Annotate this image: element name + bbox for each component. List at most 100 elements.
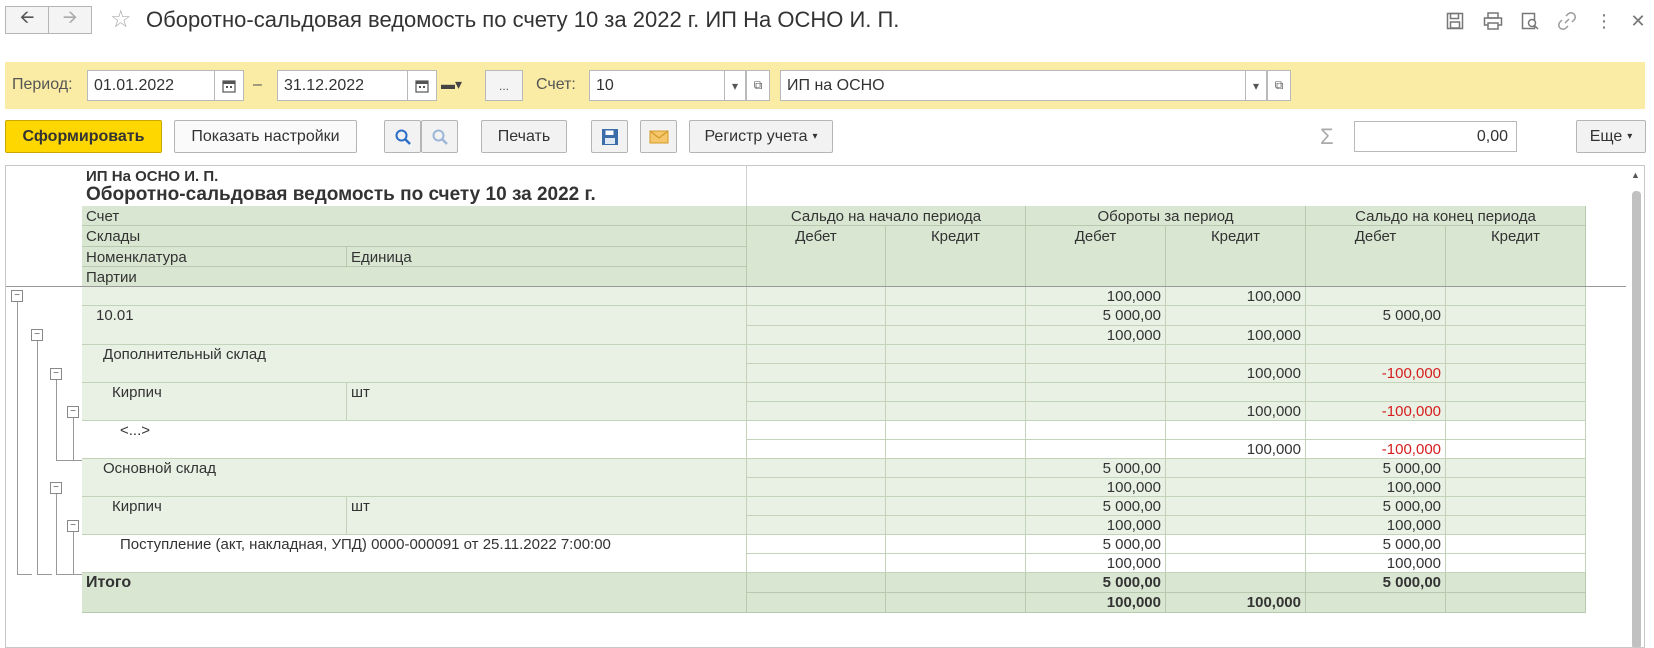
- table-cell-cc: [1446, 345, 1586, 364]
- kebab-icon[interactable]: ⋮: [1592, 9, 1616, 33]
- report-area: ИП На ОСНО И. П. Оборотно-сальдовая ведо…: [5, 165, 1645, 648]
- table-cell-td: [1026, 421, 1166, 440]
- preview-icon[interactable]: [1518, 9, 1542, 33]
- table-cell-td: 100,000: [1026, 478, 1166, 497]
- period-select-button[interactable]: ...: [485, 70, 523, 101]
- link-icon[interactable]: [1555, 9, 1579, 33]
- header-opening-debit: Дебет: [747, 226, 886, 287]
- tree-line: [56, 380, 57, 460]
- table-row-label: Поступление (акт, накладная, УПД) 0000-0…: [82, 535, 747, 573]
- collapse-icon[interactable]: −: [31, 329, 43, 341]
- more-label: Еще: [1589, 127, 1623, 145]
- chevron-down-icon[interactable]: ▾: [1245, 70, 1267, 101]
- org-input[interactable]: ИП на ОСНО: [780, 70, 1246, 101]
- table-cell-tc: 100,000: [1166, 402, 1306, 421]
- collapse-icon[interactable]: −: [11, 290, 23, 302]
- table-cell-od: [747, 306, 886, 326]
- save-button[interactable]: [591, 120, 628, 153]
- table-cell-oc: [886, 287, 1026, 306]
- collapse-icon[interactable]: −: [50, 482, 62, 494]
- calendar-icon[interactable]: [214, 70, 244, 101]
- table-cell-od: [747, 478, 886, 497]
- table-cell-cd: [1306, 421, 1446, 440]
- table-cell-oc: [886, 459, 1026, 478]
- tree-line: [73, 574, 82, 575]
- header-turnover-credit: Кредит: [1166, 226, 1306, 287]
- table-row-label: Кирпич: [82, 383, 347, 421]
- table-cell-cd: -100,000: [1306, 364, 1446, 383]
- collapse-icon[interactable]: −: [50, 368, 62, 380]
- floppy-icon: [601, 128, 618, 145]
- table-row-label: [82, 287, 747, 306]
- table-cell-tc: 100,000: [1166, 326, 1306, 345]
- total-cell-td: 5 000,00: [1026, 573, 1166, 593]
- back-button[interactable]: 🡨: [5, 6, 49, 34]
- header-closing-credit: Кредит: [1446, 226, 1586, 287]
- total-cell-cd: [1306, 593, 1446, 613]
- table-row-label: Кирпич: [82, 497, 347, 535]
- total-cell-td: 100,000: [1026, 593, 1166, 613]
- email-button[interactable]: [640, 120, 677, 153]
- arrow-right-icon: 🡪: [62, 7, 78, 27]
- table-cell-cd: [1306, 345, 1446, 364]
- table-cell-td: [1026, 364, 1166, 383]
- period-label: Период:: [12, 76, 73, 93]
- date-dash: –: [253, 76, 262, 93]
- period-type-icon[interactable]: ▬▾: [441, 76, 462, 93]
- header-closing-debit: Дебет: [1306, 226, 1446, 287]
- more-button[interactable]: Еще ▾: [1576, 120, 1646, 153]
- floppy-icon[interactable]: [1443, 9, 1467, 33]
- report-title: Оборотно-сальдовая ведомость по счету 10…: [86, 184, 596, 205]
- table-cell-cd: 100,000: [1306, 478, 1446, 497]
- table-cell-cd: [1306, 326, 1446, 345]
- date-from-input[interactable]: 01.01.2022: [87, 70, 215, 101]
- printer-icon[interactable]: [1481, 9, 1505, 33]
- collapse-icon[interactable]: −: [67, 520, 79, 532]
- table-cell-td: [1026, 402, 1166, 421]
- total-cell-cc: [1446, 593, 1586, 613]
- table-cell-td: 100,000: [1026, 516, 1166, 535]
- table-cell-td: 5 000,00: [1026, 306, 1166, 326]
- calendar-icon[interactable]: [407, 70, 437, 101]
- header-unit: Единица: [347, 247, 747, 267]
- table-cell-td: [1026, 345, 1166, 364]
- scroll-thumb[interactable]: [1632, 191, 1641, 647]
- table-cell-cd: 5 000,00: [1306, 306, 1446, 326]
- table-cell-cd: -100,000: [1306, 440, 1446, 459]
- header-turnover: Обороты за период: [1026, 206, 1306, 226]
- close-icon[interactable]: ✕: [1626, 9, 1650, 33]
- star-icon[interactable]: ☆: [110, 5, 132, 34]
- forward-button[interactable]: 🡪: [48, 6, 92, 34]
- chevron-down-icon: ▾: [812, 131, 818, 142]
- table-cell-cc: [1446, 516, 1586, 535]
- open-icon[interactable]: ⧉: [746, 70, 770, 101]
- title-bar: 🡨 🡪 ☆ Оборотно-сальдовая ведомость по сч…: [0, 0, 1654, 44]
- account-input[interactable]: 10: [589, 70, 725, 101]
- search-refresh-button[interactable]: [421, 120, 458, 153]
- date-to-input[interactable]: 31.12.2022: [277, 70, 408, 101]
- collapse-icon[interactable]: −: [67, 406, 79, 418]
- search-button[interactable]: [384, 120, 421, 153]
- report-org: ИП На ОСНО И. П.: [86, 168, 219, 185]
- table-cell-cc: [1446, 383, 1586, 402]
- table-cell-cc: [1446, 459, 1586, 478]
- generate-button[interactable]: Сформировать: [5, 120, 162, 153]
- table-cell-cd: -100,000: [1306, 402, 1446, 421]
- tree-line: [73, 532, 74, 574]
- show-settings-button[interactable]: Показать настройки: [174, 120, 357, 153]
- table-cell-od: [747, 345, 886, 364]
- table-cell-cc: [1446, 535, 1586, 554]
- print-button[interactable]: Печать: [481, 120, 567, 153]
- register-button[interactable]: Регистр учета ▾: [689, 120, 833, 153]
- table-cell-oc: [886, 402, 1026, 421]
- scroll-up-icon[interactable]: ▲: [1631, 170, 1640, 180]
- open-icon[interactable]: ⧉: [1267, 70, 1291, 101]
- table-cell-oc: [886, 345, 1026, 364]
- table-cell-td: 100,000: [1026, 287, 1166, 306]
- table-cell-cd: [1306, 383, 1446, 402]
- header-warehouses: Склады: [82, 226, 747, 247]
- table-cell-od: [747, 421, 886, 440]
- table-cell-tc: [1166, 421, 1306, 440]
- chevron-down-icon[interactable]: ▾: [724, 70, 746, 101]
- table-cell-cc: [1446, 402, 1586, 421]
